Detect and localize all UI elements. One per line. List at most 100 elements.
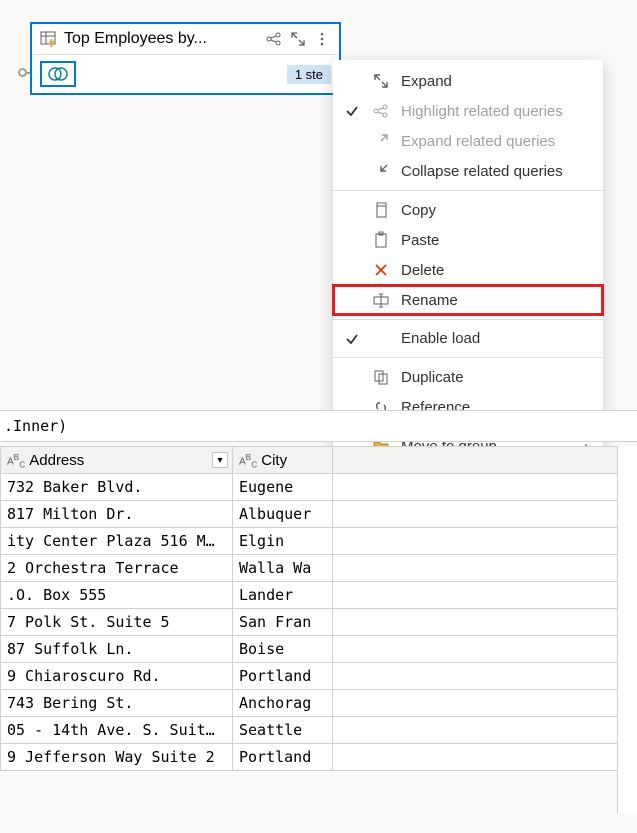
cell-spacer: [333, 663, 637, 690]
cell-address[interactable]: 732 Baker Blvd.: [1, 474, 233, 501]
cell-city[interactable]: Boise: [233, 636, 333, 663]
cell-address[interactable]: 2 Orchestra Terrace: [1, 555, 233, 582]
menu-item-duplicate[interactable]: Duplicate: [333, 362, 603, 392]
menu-item-copy[interactable]: Copy: [333, 195, 603, 225]
menu-item-label: Rename: [401, 292, 589, 309]
table-row[interactable]: 7 Polk St. Suite 5San Fran: [1, 609, 637, 636]
collapse-in-icon: [371, 162, 391, 180]
menu-item-label: Expand related queries: [401, 133, 589, 150]
menu-item-label: Highlight related queries: [401, 103, 589, 120]
formula-bar-fragment[interactable]: .Inner): [0, 410, 637, 442]
cell-spacer: [333, 474, 637, 501]
menu-separator: [333, 190, 603, 191]
cell-address[interactable]: 7 Polk St. Suite 5: [1, 609, 233, 636]
table-row[interactable]: 2 Orchestra TerraceWalla Wa: [1, 555, 637, 582]
table-row[interactable]: 05 - 14th Ave. S. Suit…Seattle: [1, 717, 637, 744]
table-row[interactable]: 9 Jefferson Way Suite 2Portland: [1, 744, 637, 771]
menu-item-label: Duplicate: [401, 369, 589, 386]
menu-item-label: Expand: [401, 73, 589, 90]
table-row[interactable]: .O. Box 555Lander: [1, 582, 637, 609]
cell-spacer: [333, 501, 637, 528]
cell-spacer: [333, 555, 637, 582]
cell-city[interactable]: Portland: [233, 744, 333, 771]
duplicate-icon: [371, 368, 391, 386]
menu-item-label: Paste: [401, 232, 589, 249]
expand-icon[interactable]: [289, 30, 307, 48]
text-type-icon: ABC: [239, 452, 257, 469]
menu-item-label: Enable load: [401, 330, 589, 347]
menu-item-enable_load[interactable]: Enable load: [333, 324, 603, 353]
cell-city[interactable]: Seattle: [233, 717, 333, 744]
paste-icon: [371, 231, 391, 249]
copy-icon: [371, 201, 391, 219]
expand-out-icon: [371, 132, 391, 150]
cell-city[interactable]: San Fran: [233, 609, 333, 636]
query-title: Top Employees by...: [64, 30, 259, 48]
check-icon: [343, 104, 361, 118]
cell-spacer: [333, 609, 637, 636]
cell-city[interactable]: Albuquer: [233, 501, 333, 528]
grid-right-edge: [617, 446, 637, 813]
menu-item-collapse_related[interactable]: Collapse related queries: [333, 156, 603, 186]
cell-spacer: [333, 528, 637, 555]
related-icon: [371, 102, 391, 120]
column-header-address[interactable]: ABC Address ▾: [1, 447, 233, 474]
cell-address[interactable]: ity Center Plaza 516 M…: [1, 528, 233, 555]
menu-item-expand[interactable]: Expand: [333, 66, 603, 96]
column-header-city[interactable]: ABC City: [233, 447, 333, 474]
query-node-card[interactable]: Top Employees by... 1 ste: [30, 22, 341, 95]
menu-item-delete[interactable]: Delete: [333, 255, 603, 285]
menu-item-highlight_related: Highlight related queries: [333, 96, 603, 126]
cell-address[interactable]: 743 Bering St.: [1, 690, 233, 717]
query-card-body: 1 ste: [32, 55, 339, 93]
expand-icon: [371, 72, 391, 90]
menu-separator: [333, 319, 603, 320]
cell-address[interactable]: 817 Milton Dr.: [1, 501, 233, 528]
cell-city[interactable]: Portland: [233, 663, 333, 690]
cell-city[interactable]: Lander: [233, 582, 333, 609]
cell-spacer: [333, 717, 637, 744]
rename-icon: [371, 291, 391, 309]
cell-address[interactable]: 05 - 14th Ave. S. Suit…: [1, 717, 233, 744]
related-icon[interactable]: [265, 30, 283, 48]
table-row[interactable]: 9 Chiaroscuro Rd.Portland: [1, 663, 637, 690]
cell-spacer: [333, 636, 637, 663]
cell-city[interactable]: Anchorag: [233, 690, 333, 717]
delete-icon: [371, 261, 391, 279]
cell-city[interactable]: Elgin: [233, 528, 333, 555]
query-card-header: Top Employees by...: [32, 24, 339, 55]
menu-item-label: Delete: [401, 262, 589, 279]
more-icon[interactable]: [313, 30, 331, 48]
cell-spacer: [333, 582, 637, 609]
cell-spacer: [333, 690, 637, 717]
menu-item-paste[interactable]: Paste: [333, 225, 603, 255]
column-filter-dropdown[interactable]: ▾: [212, 452, 228, 468]
table-row[interactable]: 732 Baker Blvd.Eugene: [1, 474, 637, 501]
text-type-icon: ABC: [7, 452, 25, 469]
table-row[interactable]: 743 Bering St.Anchorag: [1, 690, 637, 717]
table-row[interactable]: 87 Suffolk Ln.Boise: [1, 636, 637, 663]
cell-spacer: [333, 744, 637, 771]
merge-step-icon[interactable]: [40, 61, 76, 87]
table-row[interactable]: ity Center Plaza 516 M…Elgin: [1, 528, 637, 555]
column-name: City: [261, 452, 287, 469]
grid-spacer: [333, 447, 637, 474]
step-count-badge[interactable]: 1 ste: [287, 65, 331, 84]
check-icon: [343, 332, 361, 346]
cell-address[interactable]: .O. Box 555: [1, 582, 233, 609]
menu-separator: [333, 357, 603, 358]
menu-item-label: Collapse related queries: [401, 163, 589, 180]
cell-address[interactable]: 9 Jefferson Way Suite 2: [1, 744, 233, 771]
column-name: Address: [29, 452, 84, 469]
data-grid: ABC Address ▾ ABC City 732 Baker Blvd.Eu…: [0, 446, 637, 771]
grid-header-row: ABC Address ▾ ABC City: [1, 447, 637, 474]
cell-address[interactable]: 9 Chiaroscuro Rd.: [1, 663, 233, 690]
menu-item-expand_related: Expand related queries: [333, 126, 603, 156]
cell-city[interactable]: Eugene: [233, 474, 333, 501]
table-lightning-icon: [40, 30, 58, 48]
cell-address[interactable]: 87 Suffolk Ln.: [1, 636, 233, 663]
cell-city[interactable]: Walla Wa: [233, 555, 333, 582]
menu-item-label: Copy: [401, 202, 589, 219]
menu-item-rename[interactable]: Rename: [333, 285, 603, 315]
table-row[interactable]: 817 Milton Dr.Albuquer: [1, 501, 637, 528]
